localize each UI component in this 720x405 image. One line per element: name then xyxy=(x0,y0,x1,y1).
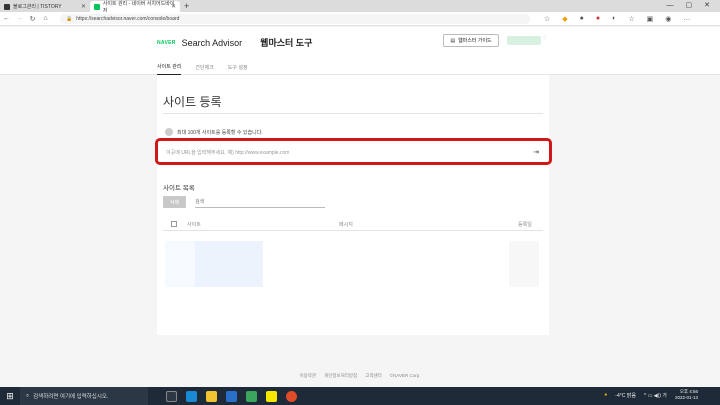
close-tab-icon[interactable]: ✕ xyxy=(81,3,86,10)
url-input-placeholder: 이곳에 URL을 입력해주세요. 예) http://www.example.c… xyxy=(166,149,290,156)
footer-terms-link[interactable]: 이용약관 xyxy=(300,373,317,379)
back-icon[interactable]: ← xyxy=(0,15,13,22)
taskbar-apps xyxy=(166,390,297,402)
footer-privacy-link[interactable]: 개인정보처리방침 xyxy=(324,373,357,379)
browser-tab[interactable]: 블로그관리 | TISTORY ✕ xyxy=(0,1,90,12)
app-icon[interactable] xyxy=(246,390,257,402)
footer-copyright: ©NAVER Corp. xyxy=(389,373,421,378)
main-menu: 사이트 관리 간단체크 도구 설정 xyxy=(157,59,248,75)
brand-title: Search Advisor xyxy=(181,37,243,48)
delete-button[interactable]: 삭제 xyxy=(163,196,186,208)
favorites-icon[interactable]: ☆ xyxy=(628,15,634,23)
extension-icon[interactable]: ● xyxy=(596,15,600,23)
weather-icon: ● xyxy=(604,392,608,398)
taskbar-search-placeholder: 검색하려면 여기에 입력하십시오. xyxy=(33,394,109,400)
extension-icon[interactable]: ◐ xyxy=(612,15,616,23)
book-icon: ▤ xyxy=(450,37,456,44)
guide-button-label: 웹마스터 가이드 xyxy=(458,38,492,44)
submit-arrow-icon[interactable]: ⇥ xyxy=(533,148,539,156)
task-view-icon[interactable] xyxy=(166,390,177,402)
column-message: 메시지 xyxy=(339,222,353,228)
tab-label: 블로그관리 | TISTORY xyxy=(13,4,62,10)
address-toolbar: ← → ↻ ⌂ 🔒 https://searchadvisor.naver.co… xyxy=(0,12,720,26)
tistory-favicon-icon xyxy=(4,3,10,10)
more-icon[interactable]: … xyxy=(683,15,690,23)
web-page: NAVER Search Advisor 웹마스터 도구 ▤ 웹마스터 가이드 … xyxy=(0,27,720,387)
site-search-input[interactable]: 검색 xyxy=(195,196,325,208)
info-message: 최대 100개 사이트를 등록할 수 있습니다. xyxy=(165,128,263,136)
footer: 이용약관 개인정보처리방침 고객센터 ©NAVER Corp. xyxy=(0,373,720,379)
maximize-button[interactable]: ▢ xyxy=(686,0,693,11)
weather-text[interactable]: -4°C 맑음 xyxy=(615,392,636,399)
site-list-heading: 사이트 목록 xyxy=(163,185,195,192)
page-title: 사이트 등록 xyxy=(163,95,222,109)
site-header: NAVER Search Advisor 웹마스터 도구 ▤ 웹마스터 가이드 … xyxy=(0,27,720,75)
extension-icon[interactable]: ● xyxy=(580,15,584,23)
extension-icons: ☆ ◆ ● ● ◐ ☆ ▣ ◉ … xyxy=(544,15,690,23)
chevron-down-icon[interactable]: ◌ xyxy=(543,35,547,41)
edge-icon[interactable] xyxy=(186,390,197,402)
brand[interactable]: NAVER Search Advisor 웹마스터 도구 xyxy=(157,36,312,49)
menu-site-management[interactable]: 사이트 관리 xyxy=(157,63,182,75)
menu-simple-check[interactable]: 간단체크 xyxy=(195,64,213,71)
file-explorer-icon[interactable] xyxy=(206,390,217,402)
window-controls: — ▢ ✕ xyxy=(667,0,720,11)
extension-icon[interactable]: ◆ xyxy=(562,15,567,23)
refresh-icon[interactable]: ↻ xyxy=(26,15,39,23)
browser-tab-bar: 블로그관리 | TISTORY ✕ 사이트 관리 - 네이버 서치어드바이저 ✕… xyxy=(0,0,720,14)
new-tab-button[interactable]: + xyxy=(184,1,189,12)
close-tab-icon[interactable]: ✕ xyxy=(171,3,176,10)
naver-favicon-icon xyxy=(94,3,100,10)
profile-icon[interactable]: ◉ xyxy=(665,15,671,23)
minimize-button[interactable]: — xyxy=(667,0,674,11)
system-tray: ● -4°C 맑음 ^ ▭ ◀)) 가 오후 4:56 2022-01-13 xyxy=(604,389,698,401)
tray-icons[interactable]: ^ ▭ ◀)) 가 xyxy=(644,392,667,399)
home-icon[interactable]: ⌂ xyxy=(39,15,52,22)
clock[interactable]: 오후 4:56 2022-01-13 xyxy=(675,389,698,401)
main-content: 사이트 등록 최대 100개 사이트를 등록할 수 있습니다. 이곳에 URL을… xyxy=(155,75,552,335)
menu-tool-settings[interactable]: 도구 설정 xyxy=(228,64,248,71)
user-account[interactable] xyxy=(507,36,541,45)
info-text: 최대 100개 사이트를 등록할 수 있습니다. xyxy=(177,129,263,136)
column-registered-date: 등록일 xyxy=(518,222,532,228)
taskbar: ⊞ ⌕ 검색하려면 여기에 입력하십시오. ● -4°C 맑음 ^ ▭ ◀)) … xyxy=(0,387,720,405)
tool-title: 웹마스터 도구 xyxy=(260,38,313,48)
date-cell xyxy=(509,241,539,287)
favorites-add-icon[interactable]: ☆ xyxy=(544,15,550,23)
forward-icon[interactable]: → xyxy=(13,15,26,22)
site-url-input[interactable]: 이곳에 URL을 입력해주세요. 예) http://www.example.c… xyxy=(163,145,543,159)
store-icon[interactable] xyxy=(226,390,237,402)
divider xyxy=(163,113,543,114)
select-all-checkbox[interactable] xyxy=(171,221,177,227)
naver-logo: NAVER xyxy=(157,39,176,46)
chrome-icon[interactable] xyxy=(286,390,297,402)
taskbar-search[interactable]: ⌕ 검색하려면 여기에 입력하십시오. xyxy=(20,387,148,405)
table-row[interactable] xyxy=(165,241,195,287)
windows-start-icon[interactable]: ⊞ xyxy=(0,391,20,402)
search-icon: ⌕ xyxy=(26,392,30,399)
clock-date: 2022-01-13 xyxy=(674,395,698,400)
kakaotalk-icon[interactable] xyxy=(266,390,277,402)
site-cell[interactable] xyxy=(195,241,263,287)
lock-icon: 🔒 xyxy=(66,15,73,22)
table-header: 사이트 메시지 등록일 xyxy=(163,218,543,231)
footer-help-link[interactable]: 고객센터 xyxy=(365,373,382,379)
browser-tab-active[interactable]: 사이트 관리 - 네이버 서치어드바이저 ✕ xyxy=(90,1,180,14)
webmaster-guide-button[interactable]: ▤ 웹마스터 가이드 xyxy=(443,34,499,47)
column-site: 사이트 xyxy=(187,222,201,228)
close-window-button[interactable]: ✕ xyxy=(704,0,710,11)
url-text: https://searchadvisor.naver.com/console/… xyxy=(76,15,180,22)
url-bar[interactable]: 🔒 https://searchadvisor.naver.com/consol… xyxy=(60,13,530,24)
info-icon xyxy=(165,128,173,136)
collections-icon[interactable]: ▣ xyxy=(647,15,654,23)
